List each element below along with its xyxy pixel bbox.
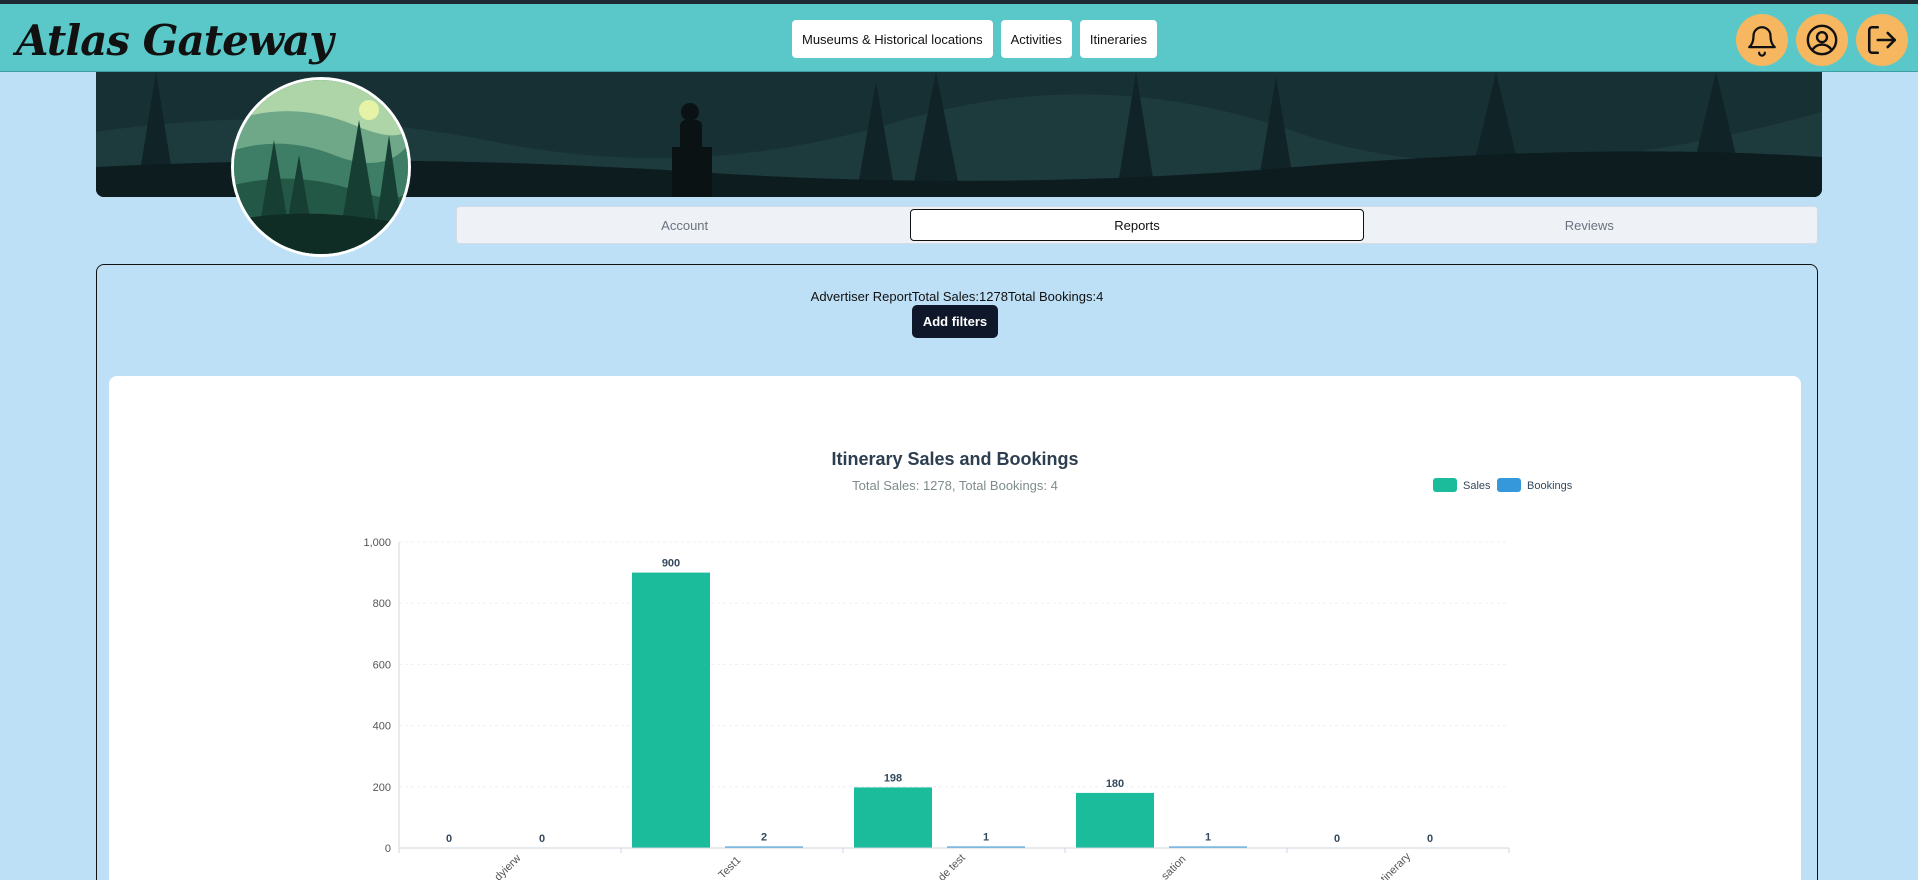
chart-bars: 0 0 900 2 198 1 180 1 0 0 <box>446 558 1433 848</box>
y-tick-label: 800 <box>373 598 391 610</box>
add-filters-button[interactable]: Add filters <box>912 305 998 338</box>
bar-value-label: 180 <box>1106 778 1124 790</box>
bar-value-label: 1 <box>983 832 989 844</box>
bar-sales <box>1076 792 1154 848</box>
y-tick-label: 200 <box>373 782 391 794</box>
profile-avatar[interactable] <box>231 77 411 257</box>
bar-value-label: 900 <box>662 558 680 570</box>
bar-sales <box>632 572 710 848</box>
chart-legend: Sales Bookings <box>1433 478 1573 492</box>
bar-value-label: 0 <box>446 833 452 845</box>
chart-y-axis: 0 200 400 600 800 1,000 <box>363 537 400 855</box>
nav-icon-group <box>1736 14 1908 66</box>
logo[interactable]: Atlas Gateway <box>16 16 334 65</box>
tab-reports[interactable]: Reports <box>910 209 1364 241</box>
bar-sales <box>854 787 932 848</box>
bar-value-label: 2 <box>761 832 767 844</box>
chart-grid <box>399 541 1509 849</box>
itinerary-bar-chart: Itinerary Sales and Bookings Total Sales… <box>363 449 1573 880</box>
profile-button[interactable] <box>1796 14 1848 66</box>
chart-subtitle: Total Sales: 1278, Total Bookings: 4 <box>852 478 1058 493</box>
tab-account[interactable]: Account <box>459 209 910 241</box>
nav-link-museums[interactable]: Museums & Historical locations <box>792 20 993 58</box>
nav-link-activities[interactable]: Activities <box>1000 20 1072 58</box>
report-panel: Advertiser ReportTotal Sales:1278Total B… <box>96 264 1818 880</box>
x-tick-label: de test <box>936 852 968 880</box>
y-tick-label: 0 <box>385 843 391 855</box>
bar-value-label: 0 <box>1334 833 1340 845</box>
legend-swatch-bookings <box>1497 478 1521 492</box>
legend-label-sales: Sales <box>1463 480 1491 492</box>
x-tick-label: dyierw <box>492 852 523 880</box>
bar-value-label: 198 <box>884 772 902 784</box>
x-tick-label: sation <box>1159 853 1188 880</box>
nav-link-itineraries[interactable]: Itineraries <box>1079 20 1157 58</box>
avatar-forest-image <box>234 80 408 254</box>
x-tick-label: tinerary <box>1379 850 1414 880</box>
bar-value-label: 0 <box>539 833 545 845</box>
bar-value-label: 0 <box>1427 833 1433 845</box>
notifications-button[interactable] <box>1736 14 1788 66</box>
chart-title: Itinerary Sales and Bookings <box>831 449 1078 469</box>
y-tick-label: 400 <box>373 721 391 733</box>
profile-tabs: Account Reports Reviews <box>456 206 1818 244</box>
bar-value-label: 1 <box>1205 832 1211 844</box>
y-tick-label: 600 <box>373 659 391 671</box>
chart-card: Itinerary Sales and Bookings Total Sales… <box>109 376 1801 880</box>
bell-icon <box>1748 26 1776 57</box>
legend-label-bookings: Bookings <box>1527 480 1573 492</box>
nav-links: Museums & Historical locations Activitie… <box>792 20 1157 58</box>
logout-icon <box>1867 25 1897 55</box>
logout-button[interactable] <box>1856 14 1908 66</box>
x-tick-label: Test1 <box>716 854 743 880</box>
navbar: Atlas Gateway Museums & Historical locat… <box>0 4 1918 72</box>
report-summary-text: Advertiser ReportTotal Sales:1278Total B… <box>810 289 1104 304</box>
user-circle-icon <box>1806 24 1838 56</box>
chart-x-axis: dyierw Test1 de test sation tinerary <box>398 847 1510 880</box>
tab-reviews[interactable]: Reviews <box>1364 209 1815 241</box>
y-tick-label: 1,000 <box>363 537 391 549</box>
legend-swatch-sales <box>1433 478 1457 492</box>
